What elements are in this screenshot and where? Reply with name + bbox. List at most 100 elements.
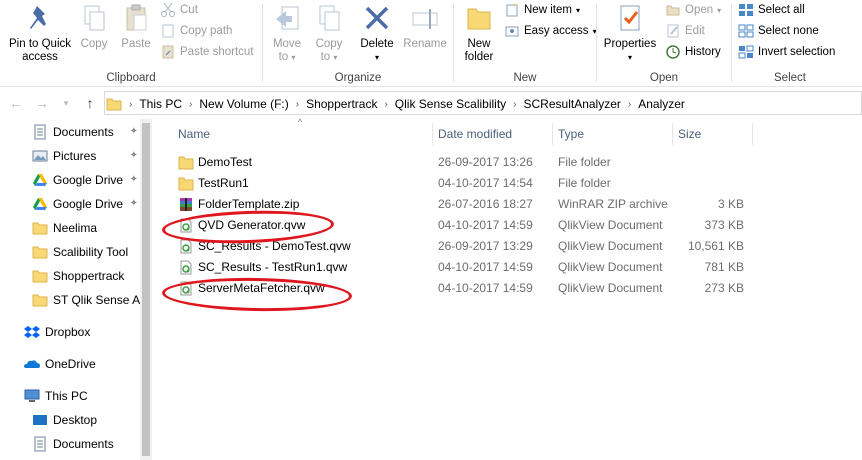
nav-item-documents[interactable]: Documents [32,433,140,455]
delete-x-icon [362,3,392,35]
column-header-size[interactable]: Size [672,123,752,145]
select-none-button[interactable]: Select none [738,21,819,41]
desktop-icon [32,412,48,428]
rename-label: Rename [403,38,447,50]
file-size: 273 KB [704,281,744,295]
chevron-right-icon[interactable]: › [126,99,135,110]
pin-icon: ✦ [129,198,138,209]
select-all-button[interactable]: Select all [738,0,805,20]
copy-button[interactable]: Copy [78,3,110,51]
crumb-new-volume[interactable]: New Volume (F:) [195,97,292,111]
nav-item-documents[interactable]: Documents ✦ [32,121,140,143]
nav-item-google-drive[interactable]: Google Drive ✦ [32,193,140,215]
forward-arrow-icon[interactable]: → [32,93,52,113]
edit-button[interactable]: Edit [665,21,705,41]
file-size: 10,561 KB [687,239,744,253]
open-button[interactable]: Open ▾ [665,0,721,20]
crumb-shoppertrack[interactable]: Shoppertrack [302,97,381,111]
edit-label: Edit [685,25,705,37]
new-group: New folder New item ▾ Easy access ▾ New [454,0,597,87]
column-header-name[interactable]: Name [172,123,432,145]
nav-item-st-qlik-sense-ap[interactable]: ST Qlik Sense Ap [32,289,140,311]
nav-item-label: Dropbox [45,325,91,339]
paste-button[interactable]: Paste [116,3,156,51]
google-drive-icon [32,196,48,212]
easy-access-label: Easy access [524,25,589,37]
nav-item-scalibility-tool[interactable]: Scalibility Tool [32,241,140,263]
chevron-right-icon[interactable]: › [510,99,519,110]
history-label: History [685,46,721,58]
select-group-label: Select [774,72,806,84]
select-none-icon [738,23,754,39]
file-type: QlikView Document [558,260,663,274]
delete-button[interactable]: Delete ▾ [357,3,397,64]
dropdown-arrow-icon: ▾ [333,53,338,62]
folder-icon [32,220,48,236]
new-group-label: New [513,72,537,84]
nav-item-desktop[interactable]: Desktop [32,409,140,431]
nav-item-label: OneDrive [45,357,96,371]
rename-button[interactable]: Rename [401,3,449,51]
column-header-type[interactable]: Type [552,123,672,145]
nav-item-label: Google Drive [53,173,124,187]
file-date: 04-10-2017 14:59 [438,260,533,274]
dropdown-arrow-icon: ▾ [374,53,379,62]
column-header-date-modified[interactable]: Date modified [432,123,552,145]
crumb-scresultanalyzer[interactable]: SCResultAnalyzer [520,97,625,111]
pin-to-quick-access-button[interactable]: Pin to Quick access [2,3,78,64]
documents-icon [32,436,48,452]
file-type: File folder [558,176,611,190]
file-type: QlikView Document [558,239,663,253]
easy-access-icon [504,23,520,39]
move-to-button[interactable]: Move to ▾ [269,3,305,64]
new-folder-icon [464,3,494,35]
nav-item-neelima[interactable]: Neelima [32,217,140,239]
table-row[interactable]: DemoTest 26-09-2017 13:26 File folder [172,152,752,173]
organize-group-label: Organize [334,72,382,84]
nav-item-this-pc[interactable]: This PC [24,385,140,407]
file-size [678,152,744,173]
invert-selection-icon [738,44,754,60]
copy-path-button[interactable]: Copy path [160,21,232,41]
new-item-button[interactable]: New item ▾ [504,0,580,20]
copy-to-button[interactable]: Copy to ▾ [311,3,347,64]
pin-label-line1: Pin to Quick [9,38,71,50]
nav-pane-scrollbar[interactable] [140,119,152,460]
copy-icon [79,3,109,35]
nav-item-onedrive[interactable]: OneDrive [24,353,140,375]
scrollbar-thumb[interactable] [142,123,150,456]
chevron-right-icon[interactable]: › [293,99,302,110]
table-row[interactable]: TestRun1 04-10-2017 14:54 File folder [172,173,752,194]
table-row[interactable]: SC_Results - TestRun1.qvw 04-10-2017 14:… [172,257,752,278]
qlikview-icon [178,260,194,275]
cut-button[interactable]: Cut [160,0,198,20]
easy-access-button[interactable]: Easy access ▾ [504,21,597,41]
new-item-label: New item [524,4,572,16]
nav-item-label: Shoppertrack [53,269,125,283]
file-type: QlikView Document [558,281,663,295]
invert-selection-button[interactable]: Invert selection [738,42,835,62]
folder-icon [178,176,194,191]
recent-locations-icon[interactable]: ▾ [56,93,76,113]
nav-item-google-drive[interactable]: Google Drive ✦ [32,169,140,191]
nav-item-pictures[interactable]: Pictures ✦ [32,145,140,167]
properties-button[interactable]: Properties ▾ [599,3,661,64]
nav-item-dropbox[interactable]: Dropbox [24,321,140,343]
column-separator[interactable] [752,123,753,145]
crumb-qlik-sense-scalibility[interactable]: Qlik Sense Scalibility [391,97,510,111]
chevron-right-icon[interactable]: › [625,99,634,110]
folder-icon [178,155,194,170]
back-arrow-icon[interactable]: ← [6,93,26,113]
history-button[interactable]: History [665,42,721,62]
crumb-this-pc[interactable]: This PC [135,97,186,111]
paste-shortcut-button[interactable]: Paste shortcut [160,42,254,62]
nav-item-shoppertrack[interactable]: Shoppertrack [32,265,140,287]
crumb-analyzer[interactable]: Analyzer [634,97,689,111]
new-folder-button[interactable]: New folder [460,3,498,64]
scissors-icon [160,2,176,18]
file-size [678,173,744,194]
nav-item-label: Scalibility Tool [53,245,129,259]
chevron-right-icon[interactable]: › [381,99,390,110]
chevron-right-icon[interactable]: › [186,99,195,110]
up-arrow-icon[interactable]: ↑ [80,93,100,113]
